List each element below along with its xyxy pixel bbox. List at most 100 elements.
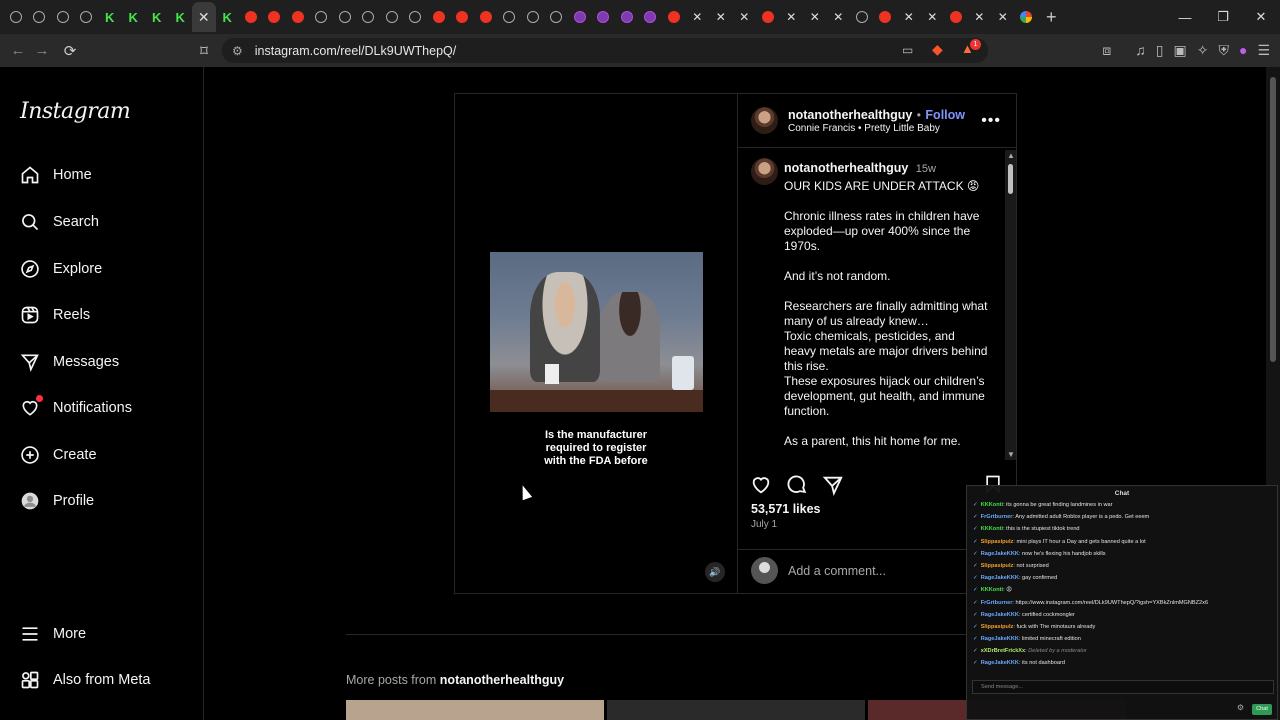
- browser-tab[interactable]: ✕: [780, 2, 804, 32]
- wallet-icon[interactable]: ▣: [1174, 42, 1187, 59]
- restore-icon[interactable]: ❐: [1204, 0, 1242, 34]
- like-heart-icon[interactable]: [750, 474, 772, 496]
- browser-tab[interactable]: [1015, 2, 1039, 32]
- nav-home[interactable]: Home: [20, 165, 92, 185]
- browser-tab[interactable]: [592, 2, 616, 32]
- chat-username[interactable]: KKKonti: [981, 526, 1003, 532]
- browser-tab[interactable]: K: [122, 2, 146, 32]
- browser-tab[interactable]: ✕: [192, 2, 216, 32]
- browser-tab[interactable]: ✕: [897, 2, 921, 32]
- browser-tab[interactable]: [521, 2, 545, 32]
- browser-tab[interactable]: [263, 2, 287, 32]
- post-thumbnail[interactable]: [346, 700, 604, 720]
- browser-tab[interactable]: [357, 2, 381, 32]
- chat-username[interactable]: xXDrBretFrickXx: [981, 648, 1025, 654]
- more-posts-user[interactable]: notanotherhealthguy: [440, 673, 564, 687]
- like-count[interactable]: 53,571 likes: [751, 502, 821, 516]
- comment-icon[interactable]: [786, 474, 808, 496]
- browser-tab[interactable]: [615, 2, 639, 32]
- brave-shield-icon[interactable]: ◆: [932, 41, 943, 58]
- browser-tab[interactable]: [427, 2, 451, 32]
- browser-tab[interactable]: [850, 2, 874, 32]
- chat-send-input[interactable]: Send message...: [972, 680, 1274, 694]
- author-username[interactable]: notanotherhealthguy: [788, 108, 912, 122]
- follow-button[interactable]: Follow: [925, 108, 965, 122]
- screenshot-icon[interactable]: ⧈: [1102, 42, 1111, 59]
- back-icon[interactable]: ←: [6, 42, 30, 59]
- caption-scrollbar[interactable]: ▲ ▼: [1005, 150, 1016, 460]
- chat-username[interactable]: RageJakeKKK: [981, 660, 1019, 666]
- chat-username[interactable]: RageJakeKKK: [981, 575, 1019, 581]
- browser-tab[interactable]: ✕: [709, 2, 733, 32]
- browser-tab[interactable]: [28, 2, 52, 32]
- browser-tab[interactable]: [568, 2, 592, 32]
- site-info-icon[interactable]: ⚙: [232, 44, 243, 58]
- browser-tab[interactable]: [498, 2, 522, 32]
- caption-avatar[interactable]: [751, 158, 778, 185]
- nav-notifications[interactable]: Notifications: [20, 395, 132, 418]
- nav-explore[interactable]: Explore: [20, 259, 102, 279]
- browser-tab[interactable]: K: [216, 2, 240, 32]
- browser-tab[interactable]: [545, 2, 569, 32]
- browser-tab[interactable]: [639, 2, 663, 32]
- chat-username[interactable]: KKKonti: [981, 502, 1003, 508]
- browser-tab[interactable]: ✕: [827, 2, 851, 32]
- nav-search[interactable]: Search: [20, 212, 99, 232]
- author-avatar[interactable]: [751, 107, 778, 134]
- close-window-icon[interactable]: ✕: [1242, 0, 1280, 34]
- nav-also-from-meta[interactable]: Also from Meta: [20, 670, 151, 690]
- browser-tab[interactable]: [239, 2, 263, 32]
- nav-messages[interactable]: Messages: [20, 352, 119, 372]
- browser-tab[interactable]: [286, 2, 310, 32]
- page-scroll-thumb[interactable]: [1270, 77, 1276, 362]
- browser-tab[interactable]: ✕: [921, 2, 945, 32]
- browser-tab[interactable]: [874, 2, 898, 32]
- leo-ai-icon[interactable]: ✧: [1197, 42, 1209, 59]
- reload-icon[interactable]: ⟳: [58, 42, 82, 60]
- media-icon[interactable]: ♫: [1135, 42, 1146, 59]
- chat-username[interactable]: KKKonti: [981, 587, 1003, 593]
- nav-more[interactable]: More: [20, 624, 86, 644]
- nav-create[interactable]: Create: [20, 445, 97, 465]
- share-icon[interactable]: [822, 474, 844, 496]
- new-tab-button[interactable]: +: [1046, 7, 1057, 28]
- browser-tab[interactable]: [380, 2, 404, 32]
- browser-tab[interactable]: [310, 2, 334, 32]
- browser-tab[interactable]: ✕: [686, 2, 710, 32]
- vpn-icon[interactable]: ⛨: [1218, 42, 1229, 59]
- comment-input[interactable]: Add a comment...: [788, 564, 886, 578]
- chat-username[interactable]: Slippasipulz: [981, 539, 1014, 545]
- scroll-down-icon[interactable]: ▼: [1007, 450, 1015, 459]
- browser-tab[interactable]: K: [145, 2, 169, 32]
- chat-username[interactable]: RageJakeKKK: [981, 636, 1019, 642]
- post-thumbnail[interactable]: [607, 700, 865, 720]
- chat-username[interactable]: RageJakeKKK: [981, 551, 1019, 557]
- browser-tab[interactable]: ✕: [968, 2, 992, 32]
- cast-icon[interactable]: ▭: [902, 43, 913, 57]
- browser-tab[interactable]: [662, 2, 686, 32]
- more-options-icon[interactable]: •••: [981, 112, 1001, 130]
- browser-tab[interactable]: ✕: [803, 2, 827, 32]
- chat-username[interactable]: Slippasipulz: [981, 624, 1014, 630]
- browser-tab[interactable]: [474, 2, 498, 32]
- bookmark-icon[interactable]: ⌑: [192, 42, 216, 60]
- forward-icon[interactable]: →: [30, 42, 54, 59]
- browser-tab[interactable]: [75, 2, 99, 32]
- chat-send-button[interactable]: Chat: [1252, 704, 1272, 715]
- caption-scroll-thumb[interactable]: [1008, 164, 1013, 194]
- scroll-up-icon[interactable]: ▲: [1007, 151, 1015, 160]
- audio-track[interactable]: Connie Francis • Pretty Little Baby: [788, 123, 940, 134]
- browser-tab[interactable]: [944, 2, 968, 32]
- minimize-icon[interactable]: —: [1166, 0, 1204, 34]
- menu-icon[interactable]: ☰: [1257, 42, 1270, 59]
- sidebar-toggle-icon[interactable]: ▯: [1156, 42, 1164, 59]
- chat-username[interactable]: Slippasipulz: [981, 563, 1014, 569]
- browser-tab[interactable]: [756, 2, 780, 32]
- url-field[interactable]: ⚙ instagram.com/reel/DLk9UWThepQ/: [222, 38, 988, 63]
- chat-username[interactable]: FrGrtburner: [981, 600, 1013, 606]
- chat-settings-icon[interactable]: ⚙: [1237, 703, 1244, 712]
- chat-username[interactable]: FrGrtburner: [981, 514, 1013, 520]
- chat-username[interactable]: RageJakeKKK: [981, 612, 1019, 618]
- browser-tab[interactable]: ✕: [991, 2, 1015, 32]
- browser-tab[interactable]: [51, 2, 75, 32]
